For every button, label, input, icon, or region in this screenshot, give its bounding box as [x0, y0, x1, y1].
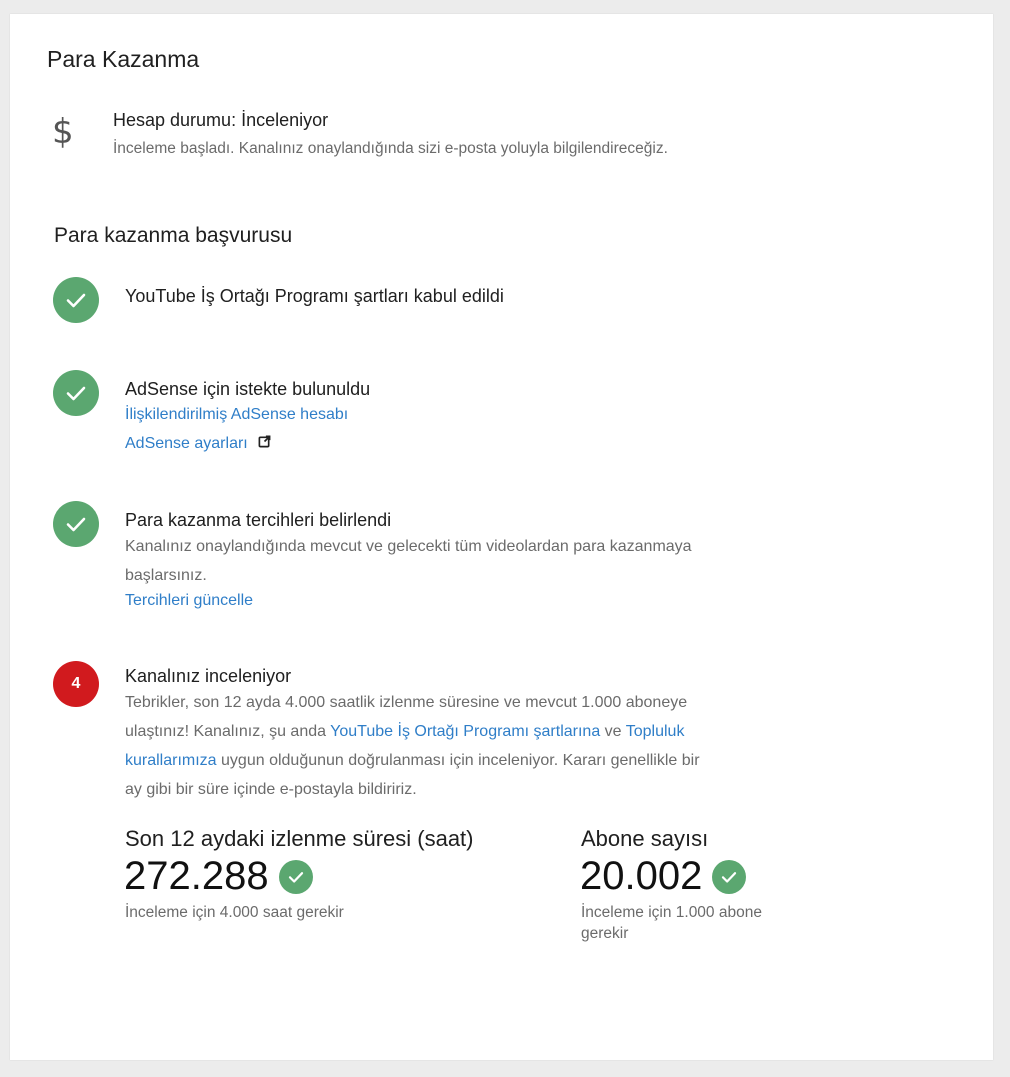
linked-adsense-account-link[interactable]: İlişkilendirilmiş AdSense hesabı	[125, 406, 348, 424]
step-adsense-title: AdSense için istekte bulunuldu	[125, 379, 371, 399]
monetization-card: Para Kazanma $ Hesap durumu: İnceleniyor…	[10, 14, 993, 1060]
watch-time-label: Son 12 aydaki izlenme süresi (saat)	[125, 826, 474, 851]
step-number-badge: 4	[53, 661, 99, 707]
subscribers-label: Abone sayısı	[581, 826, 709, 851]
text-segment: ulaştınız! Kanalınız, şu anda	[125, 723, 331, 740]
check-icon	[278, 859, 313, 894]
text-segment: ve	[600, 723, 626, 740]
step-preferences-text-line2: başlarsınız.	[125, 567, 207, 584]
community-guidelines-link-cont[interactable]: kurallarımıza	[125, 752, 217, 769]
watch-time-value: 272.288	[124, 854, 269, 898]
subscribers-requirement: İnceleme için 1.000 abone gerekir	[581, 902, 762, 944]
subscribers-requirement-line2: gerekir	[581, 925, 629, 942]
subscribers-value-row: 20.002	[580, 854, 747, 899]
subscribers-value: 20.002	[580, 854, 703, 898]
step-review-text-line4: ay gibi bir süre içinde e-postayla bildi…	[125, 781, 417, 798]
account-status-description: İnceleme başladı. Kanalınız onaylandığın…	[113, 140, 668, 157]
update-preferences-link[interactable]: Tercihleri güncelle	[125, 592, 253, 610]
external-link-icon	[258, 435, 271, 453]
check-icon	[712, 859, 747, 894]
adsense-settings-row[interactable]: AdSense ayarları	[125, 435, 271, 453]
step-review-text-line1: Tebrikler, son 12 ayda 4.000 saatlik izl…	[125, 694, 688, 711]
ypp-terms-link[interactable]: YouTube İş Ortağı Programı şartlarına	[330, 723, 600, 740]
page-title: Para Kazanma	[47, 46, 200, 72]
adsense-settings-link[interactable]: AdSense ayarları	[125, 435, 248, 452]
step-review-text-line3: kurallarımıza uygun olduğunun doğrulanma…	[125, 746, 700, 775]
watch-time-requirement: İnceleme için 4.000 saat gerekir	[125, 904, 344, 921]
check-icon	[53, 277, 99, 323]
check-icon	[53, 501, 99, 547]
watch-time-value-row: 272.288	[124, 854, 313, 899]
text-segment: uygun olduğunun doğrulanması için incele…	[216, 752, 700, 769]
section-title: Para kazanma başvurusu	[54, 224, 293, 247]
community-guidelines-link[interactable]: Topluluk	[626, 723, 685, 740]
step-review-title: Kanalınız inceleniyor	[125, 666, 292, 686]
subscribers-requirement-line1: İnceleme için 1.000 abone	[581, 904, 762, 921]
check-icon	[53, 370, 99, 416]
account-status: Hesap durumu: İnceleniyor	[113, 110, 329, 130]
step-review-text-line2: ulaştınız! Kanalınız, şu anda YouTube İş…	[125, 717, 684, 746]
step-ypp-terms-title: YouTube İş Ortağı Programı şartları kabu…	[125, 286, 504, 306]
step-preferences-text-line1: Kanalınız onaylandığında mevcut ve gelec…	[125, 538, 692, 555]
dollar-icon: $	[52, 112, 74, 152]
step-preferences-title: Para kazanma tercihleri belirlendi	[125, 510, 392, 530]
